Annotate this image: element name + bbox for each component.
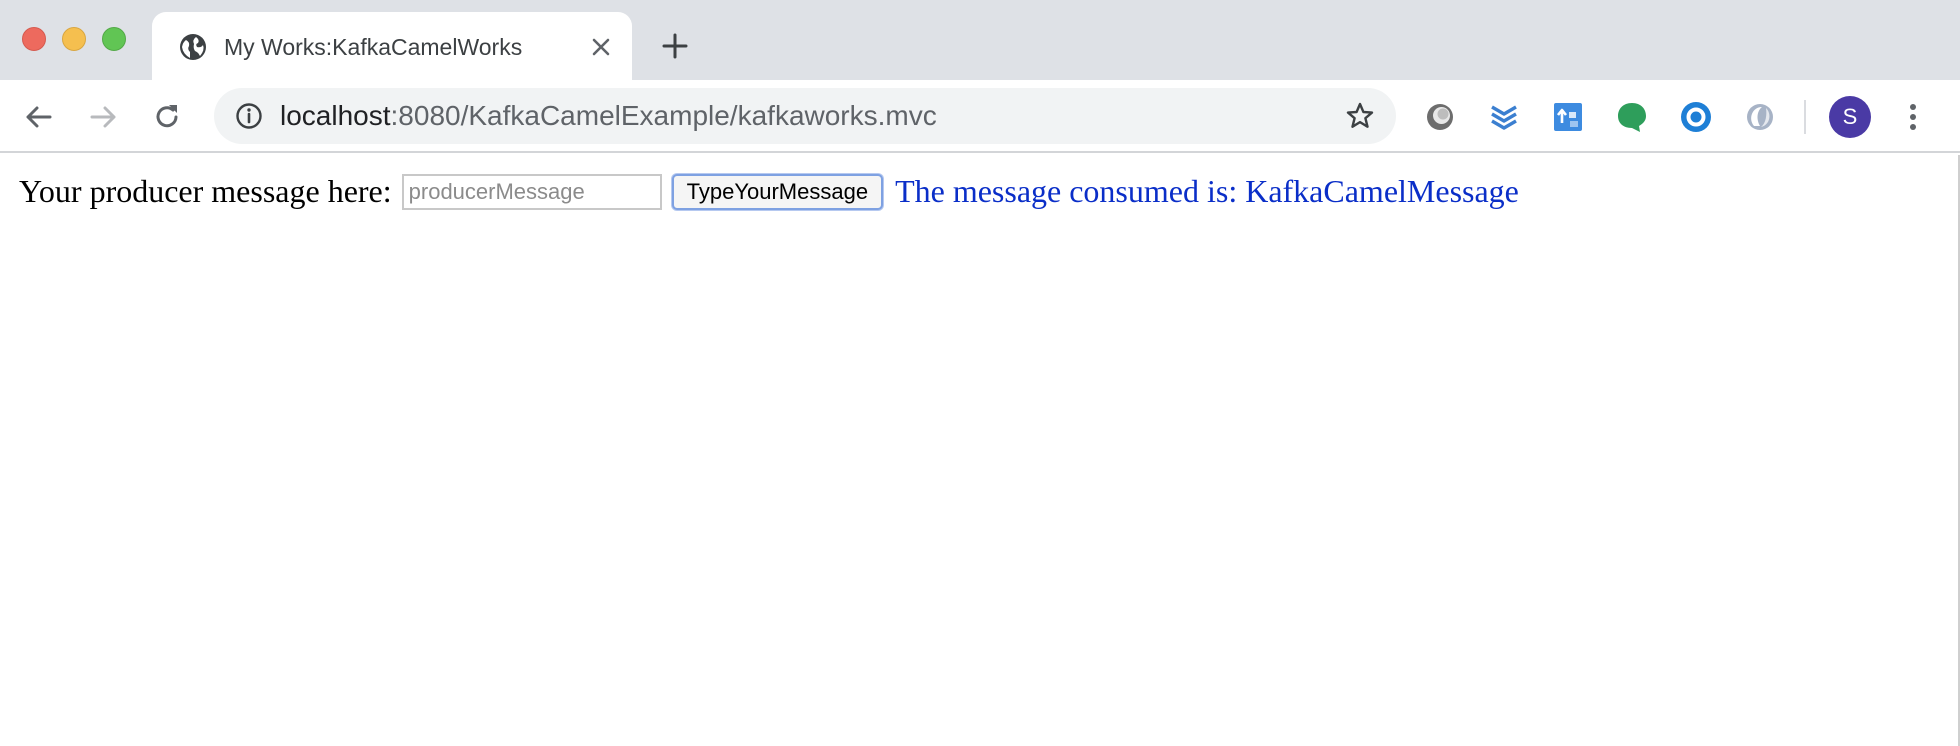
producer-message-label: Your producer message here: xyxy=(19,173,392,209)
tab-strip: My Works:KafkaCamelWorks xyxy=(0,0,1960,80)
page-content: Your producer message here: TypeYourMess… xyxy=(0,155,1960,746)
new-tab-icon[interactable] xyxy=(660,31,690,61)
extension-grey-loop-icon[interactable] xyxy=(1742,99,1778,135)
window-minimize-button[interactable] xyxy=(62,27,86,51)
type-your-message-button[interactable]: TypeYourMessage xyxy=(671,173,884,210)
profile-avatar[interactable]: S xyxy=(1829,96,1871,138)
reload-icon[interactable] xyxy=(150,100,184,134)
producer-form: Your producer message here: TypeYourMess… xyxy=(19,173,1519,210)
toolbar-separator xyxy=(1804,100,1806,134)
back-arrow-icon[interactable] xyxy=(22,100,56,134)
producer-message-input[interactable] xyxy=(401,173,662,210)
info-icon[interactable] xyxy=(234,101,264,131)
forward-arrow-icon[interactable] xyxy=(86,100,120,134)
consumed-message-text: The message consumed is: KafkaCamelMessa… xyxy=(895,173,1519,209)
extension-chat-bubble-icon[interactable] xyxy=(1614,99,1650,135)
star-icon[interactable] xyxy=(1344,100,1376,132)
tab-title: My Works:KafkaCamelWorks xyxy=(224,34,523,60)
window-close-button[interactable] xyxy=(22,27,46,51)
window-maximize-button[interactable] xyxy=(102,27,126,51)
close-icon[interactable] xyxy=(586,32,616,62)
globe-icon xyxy=(180,34,206,60)
extension-blue-square-icon[interactable] xyxy=(1550,99,1586,135)
extension-layers-icon[interactable] xyxy=(1486,99,1522,135)
browser-tab[interactable]: My Works:KafkaCamelWorks xyxy=(152,12,632,80)
extension-grey-orb-icon[interactable] xyxy=(1422,99,1458,135)
extension-ring-icon[interactable] xyxy=(1678,99,1714,135)
address-bar[interactable]: localhost:8080/KafkaCamelExample/kafkawo… xyxy=(214,88,1396,144)
url-text[interactable]: localhost:8080/KafkaCamelExample/kafkawo… xyxy=(280,100,937,132)
url-path: :8080/KafkaCamelExample/kafkaworks.mvc xyxy=(390,100,937,131)
browser-toolbar: localhost:8080/KafkaCamelExample/kafkawo… xyxy=(0,80,1960,153)
more-menu-icon[interactable] xyxy=(1900,99,1926,135)
url-host: localhost xyxy=(280,100,391,131)
